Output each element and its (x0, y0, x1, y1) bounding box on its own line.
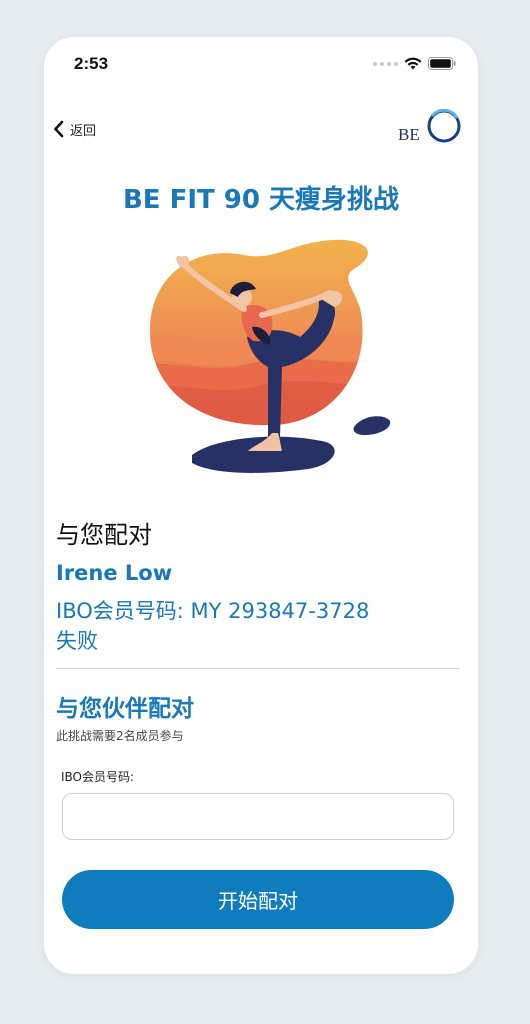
start-pairing-button[interactable]: 开始配对 (62, 870, 454, 929)
ibo-field-label: IBO会员号码: (61, 770, 135, 784)
back-label: 返回 (70, 123, 97, 139)
partner-requirement-note: 此挑战需要2名成员参与 (56, 729, 184, 743)
back-chevron-icon (54, 120, 64, 138)
ibo-number-input[interactable] (62, 793, 454, 840)
battery-icon (428, 57, 456, 70)
paired-member-name: Irene Low (56, 561, 173, 585)
section-divider (56, 668, 460, 669)
phone-screen: 2:53 返回 BE BE FIT 90 天瘦身挑战 与您配对 Irene Lo… (44, 37, 478, 974)
status-time: 2:53 (74, 54, 109, 73)
navigation-bar: 返回 BE (44, 109, 478, 149)
status-bar: 2:53 (44, 37, 478, 89)
be-logo: BE (398, 109, 461, 144)
wifi-icon (404, 57, 422, 70)
challenge-title: BE FIT 90 天瘦身挑战 (122, 185, 400, 215)
paired-heading: 与您配对 (56, 521, 152, 549)
yoga-illustration (149, 239, 391, 473)
logo-text: BE (398, 125, 420, 144)
signal-icon (373, 61, 398, 66)
status-icons (373, 57, 456, 70)
pairing-status: 失败 (56, 629, 98, 653)
paired-ibo-number: IBO会员号码: MY 293847-3728 (56, 599, 370, 623)
back-button[interactable]: 返回 (52, 115, 96, 143)
partner-heading: 与您伙伴配对 (56, 696, 194, 722)
